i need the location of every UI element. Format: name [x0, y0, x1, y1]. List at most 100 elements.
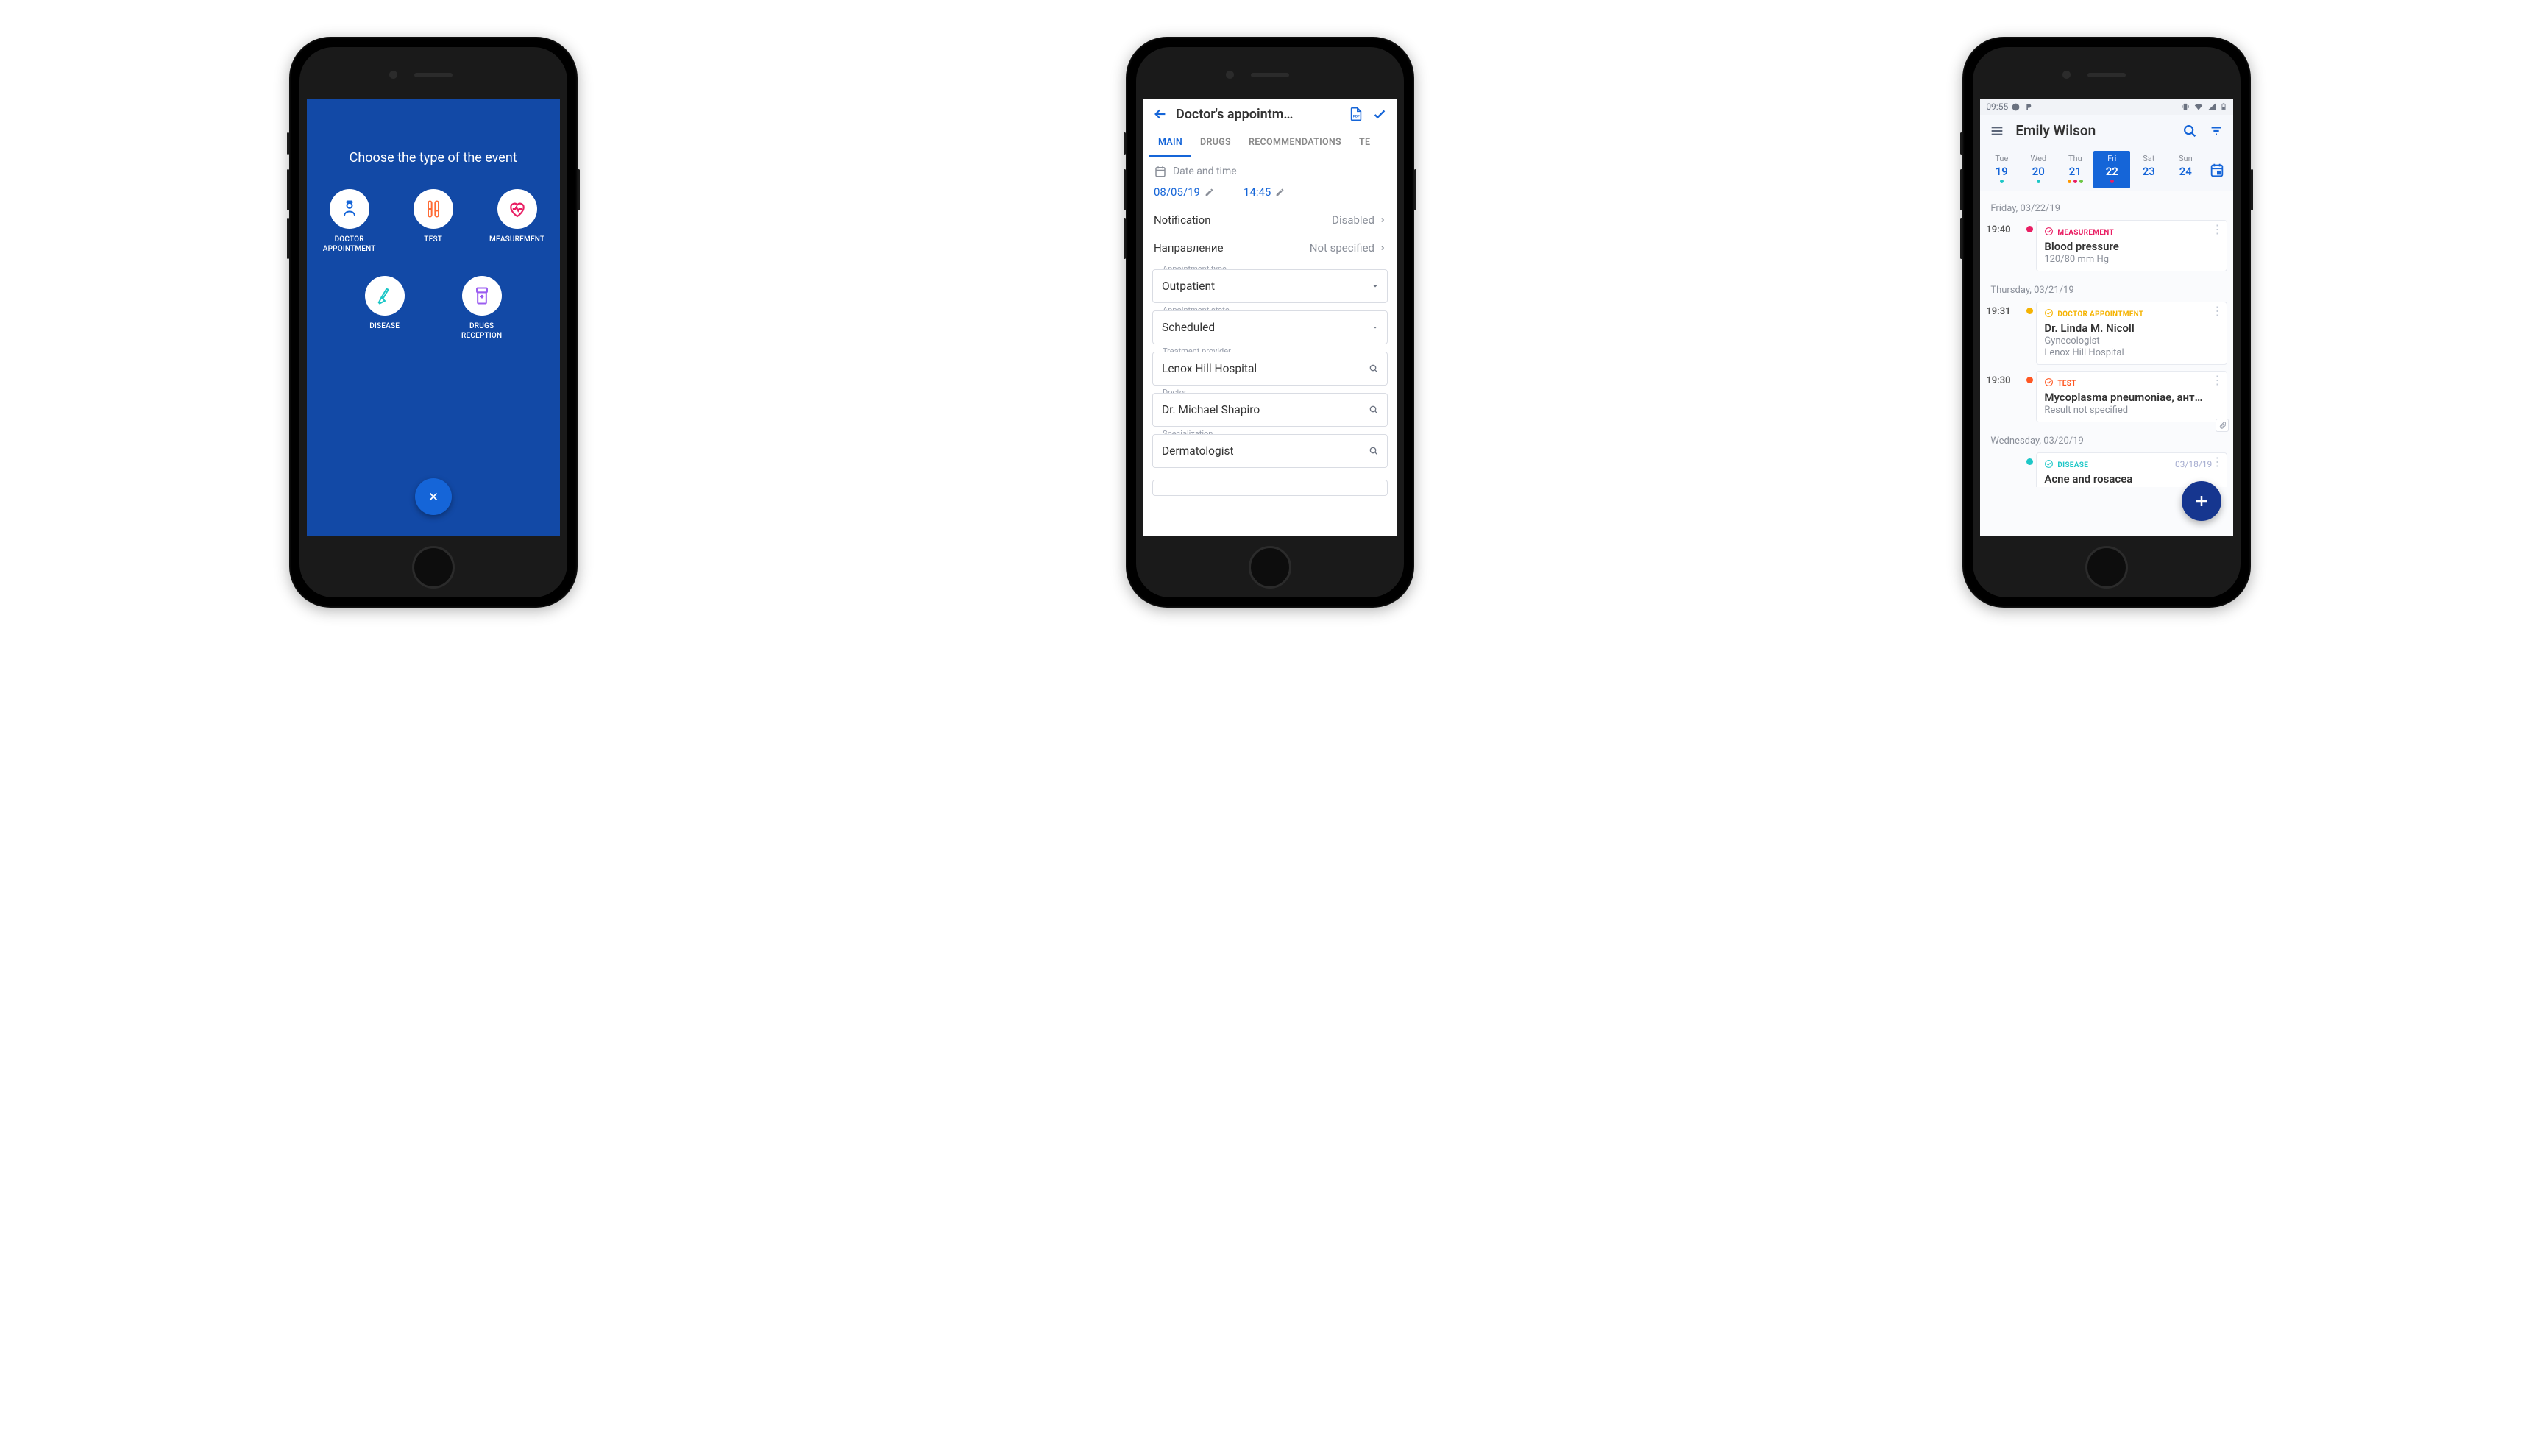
event-card[interactable]: MEASUREMENT⋮ Blood pressure120/80 mm Hg	[2036, 220, 2227, 271]
card-menu-button[interactable]: ⋮	[2211, 225, 2222, 234]
row-bullet	[2023, 302, 2036, 314]
form-field-appointment-state[interactable]: Appointment stateScheduled	[1152, 310, 1388, 344]
close-button[interactable]	[415, 478, 452, 515]
filter-button[interactable]	[2208, 123, 2224, 139]
event-card[interactable]: TEST⋮ Mycoplasma pneumoniae, ант…Result n…	[2036, 371, 2227, 422]
date-section-label: Date and time	[1154, 165, 1386, 178]
event-type-drugs[interactable]: DRUGSRECEPTION	[445, 276, 519, 341]
card-date: 03/18/19	[2175, 459, 2212, 469]
field-value: Lenox Hill Hospital	[1162, 362, 1257, 375]
card-subtitle: Result not specified	[2044, 405, 2219, 416]
appointment-form-screen: Doctor's appointm… PDF MAINDRUGSRECOMMEN…	[1143, 99, 1397, 536]
timeline-row: 19:30 TEST⋮ Mycoplasma pneumoniae, ант…Res…	[1986, 371, 2227, 422]
phone-frame-1: Choose the type of the event DOCTORAPPOI…	[289, 37, 578, 608]
row-time: 19:31	[1986, 302, 2023, 317]
tab-te[interactable]: TE	[1350, 129, 1379, 157]
card-menu-button[interactable]: ⋮	[2211, 376, 2222, 385]
search-icon	[1368, 404, 1380, 416]
phone-frame-2: Doctor's appointm… PDF MAINDRUGSRECOMMEN…	[1126, 37, 1414, 608]
check-badge-icon	[2044, 308, 2054, 320]
time-value[interactable]: 14:45	[1244, 185, 1285, 199]
test-icon	[414, 189, 453, 229]
field-value: Scheduled	[1162, 321, 1215, 334]
timeline-row: DISEASE03/18/19⋮Acne and rosacea	[1986, 452, 2227, 487]
battery-icon	[2220, 102, 2227, 112]
row-bullet	[2023, 371, 2036, 383]
form-field-specialization[interactable]: SpecializationDermatologist	[1152, 434, 1388, 468]
form-field-appointment-type[interactable]: Appointment typeOutpatient	[1152, 269, 1388, 303]
card-title: Mycoplasma pneumoniae, ант…	[2044, 391, 2219, 404]
check-badge-icon	[2044, 227, 2054, 238]
card-menu-button[interactable]: ⋮	[2211, 307, 2222, 316]
card-subtitle: 120/80 mm Hg	[2044, 254, 2219, 265]
row-time: 19:30	[1986, 371, 2023, 386]
event-type-measurement[interactable]: MEASUREMENT	[480, 189, 554, 254]
form-field-doctor[interactable]: DoctorDr. Michael Shapiro	[1152, 393, 1388, 427]
close-icon	[427, 490, 440, 503]
card-type: MEASUREMENT	[2044, 227, 2219, 238]
pdf-button[interactable]: PDF	[1348, 106, 1364, 122]
day-24[interactable]: Sun24	[2167, 151, 2204, 188]
date-value[interactable]: 08/05/19	[1154, 185, 1214, 199]
filter-icon	[2208, 123, 2224, 139]
chevron-right-icon	[1379, 215, 1386, 225]
menu-button[interactable]	[1989, 123, 2005, 139]
timeline-screen: 09:55 Emily Wilson	[1980, 99, 2233, 536]
settings-small-icon	[2011, 102, 2021, 112]
pdf-icon: PDF	[1348, 106, 1364, 122]
open-calendar-button[interactable]	[2204, 162, 2230, 178]
pencil-icon	[1205, 188, 1214, 197]
week-strip: Tue19Wed20Thu21Fri22Sat23Sun24	[1980, 151, 2233, 191]
field-value: Dr. Michael Shapiro	[1162, 403, 1260, 416]
plus-icon	[2193, 492, 2210, 510]
event-type-disease[interactable]: DISEASE	[348, 276, 422, 341]
calendar-icon	[2209, 162, 2225, 178]
row-bullet	[2023, 452, 2036, 465]
event-card[interactable]: DOCTOR APPOINTMENT⋮Dr. Linda M. NicollGy…	[2036, 302, 2227, 365]
search-icon	[2182, 123, 2198, 139]
search-button[interactable]	[2182, 123, 2198, 139]
phone-frame-3: 09:55 Emily Wilson	[1962, 37, 2251, 608]
appbar: Emily Wilson	[1980, 115, 2233, 151]
day-22[interactable]: Fri22	[2093, 151, 2130, 188]
event-type-label: DRUGSRECEPTION	[461, 322, 502, 341]
back-button[interactable]	[1152, 106, 1168, 122]
card-subtitle: Gynecologist	[2044, 335, 2219, 347]
tab-main[interactable]: MAIN	[1149, 129, 1191, 157]
picker-title: Choose the type of the event	[350, 150, 517, 166]
arrow-left-icon	[1152, 106, 1168, 122]
day-23[interactable]: Sat23	[2130, 151, 2167, 188]
event-type-label: DOCTORAPPOINTMENT	[323, 235, 376, 254]
svg-text:PDF: PDF	[1353, 115, 1360, 119]
event-type-doctor[interactable]: DOCTORAPPOINTMENT	[313, 189, 386, 254]
tab-bar: MAINDRUGSRECOMMENDATIONSTE	[1143, 129, 1397, 157]
tab-drugs[interactable]: DRUGS	[1191, 129, 1240, 157]
tab-recommendations[interactable]: RECOMMENDATIONS	[1240, 129, 1350, 157]
day-20[interactable]: Wed20	[2020, 151, 2057, 188]
appbar: Doctor's appointm… PDF	[1143, 99, 1397, 129]
add-event-button[interactable]	[2182, 481, 2221, 521]
day-21[interactable]: Thu21	[2057, 151, 2093, 188]
day-group-header: Wednesday, 03/20/19	[1986, 428, 2227, 452]
notification-row[interactable]: Notification Disabled	[1143, 206, 1397, 234]
day-19[interactable]: Tue19	[1983, 151, 2020, 188]
event-type-test[interactable]: TEST	[397, 189, 470, 254]
day-group-header: Thursday, 03/21/19	[1986, 277, 2227, 302]
card-type: DOCTOR APPOINTMENT	[2044, 308, 2219, 320]
card-menu-button[interactable]: ⋮	[2211, 458, 2222, 466]
direction-row[interactable]: Направление Not specified	[1143, 234, 1397, 262]
form-field-treatment-provider[interactable]: Treatment providerLenox Hill Hospital	[1152, 352, 1388, 386]
attachment-icon	[2216, 419, 2229, 432]
event-type-picker-screen: Choose the type of the event DOCTORAPPOI…	[307, 99, 560, 536]
card-type: TEST	[2044, 377, 2219, 389]
drugs-icon	[462, 276, 502, 316]
field-value: Outpatient	[1162, 280, 1215, 293]
confirm-button[interactable]	[1372, 106, 1388, 122]
card-title: Blood pressure	[2044, 240, 2219, 253]
status-time: 09:55	[1986, 102, 2008, 112]
card-subtitle: Lenox Hill Hospital	[2044, 347, 2219, 358]
hamburger-icon	[1989, 123, 2005, 139]
form-field-extra[interactable]	[1152, 480, 1388, 496]
signal-icon	[2207, 102, 2217, 112]
day-group-header: Friday, 03/22/19	[1986, 196, 2227, 220]
